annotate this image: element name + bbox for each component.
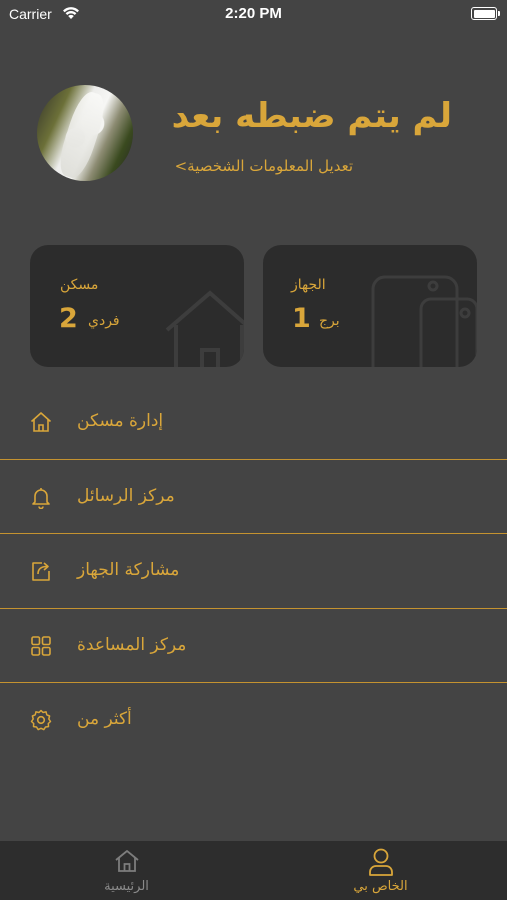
home-card-unit: فردي [88,313,120,329]
status-bar: Carrier 2:20 PM [0,0,507,30]
share-icon [32,562,50,581]
user-icon [368,848,393,876]
phone-device-icon [371,275,477,367]
clock: 2:20 PM [225,5,282,22]
edit-profile-link[interactable]: تعديل المعلومات الشخصية> [175,157,353,175]
menu-item-label: مركز المساعدة [77,634,187,655]
device-card-unit: برج [319,313,340,329]
settings-menu: إدارة مسكن مركز الرسائل مشاركة الجهاز مر… [0,385,507,758]
menu-item-more[interactable]: أكثر من [0,683,507,758]
house-icon [165,290,244,367]
tab-home[interactable]: الرئيسية [0,841,253,900]
device-card-count: 1 [292,303,311,334]
home-card-count: 2 [59,303,78,334]
menu-item-message-center[interactable]: مركز الرسائل [0,460,507,534]
home-count-card[interactable]: مسكن 2 فردي [30,245,244,367]
profile-name: لم يتم ضبطه بعد [171,96,452,136]
grid-icon [31,635,51,656]
device-count-card[interactable]: الجهاز 1 برج [263,245,477,367]
avatar[interactable] [37,85,133,181]
tab-me-label: الخاص بي [353,879,408,894]
bell-icon [32,487,50,509]
device-card-label: الجهاز [291,277,326,293]
menu-item-label: إدارة مسكن [77,411,164,431]
menu-item-label: مشاركة الجهاز [77,560,180,580]
home-icon [30,412,52,432]
menu-item-label: أكثر من [77,709,132,729]
menu-item-help-center[interactable]: مركز المساعدة [0,609,507,683]
tab-home-label: الرئيسية [104,879,149,894]
battery-icon [471,7,500,20]
menu-item-label: مركز الرسائل [77,485,175,506]
menu-item-home-management[interactable]: إدارة مسكن [0,385,507,460]
tab-me[interactable]: الخاص بي [254,841,507,900]
home-card-label: مسكن [60,277,99,293]
tab-bar: الرئيسية الخاص بي [0,841,507,900]
menu-item-device-sharing[interactable]: مشاركة الجهاز [0,534,507,609]
gear-icon [30,709,52,731]
home-tab-icon [114,850,139,872]
